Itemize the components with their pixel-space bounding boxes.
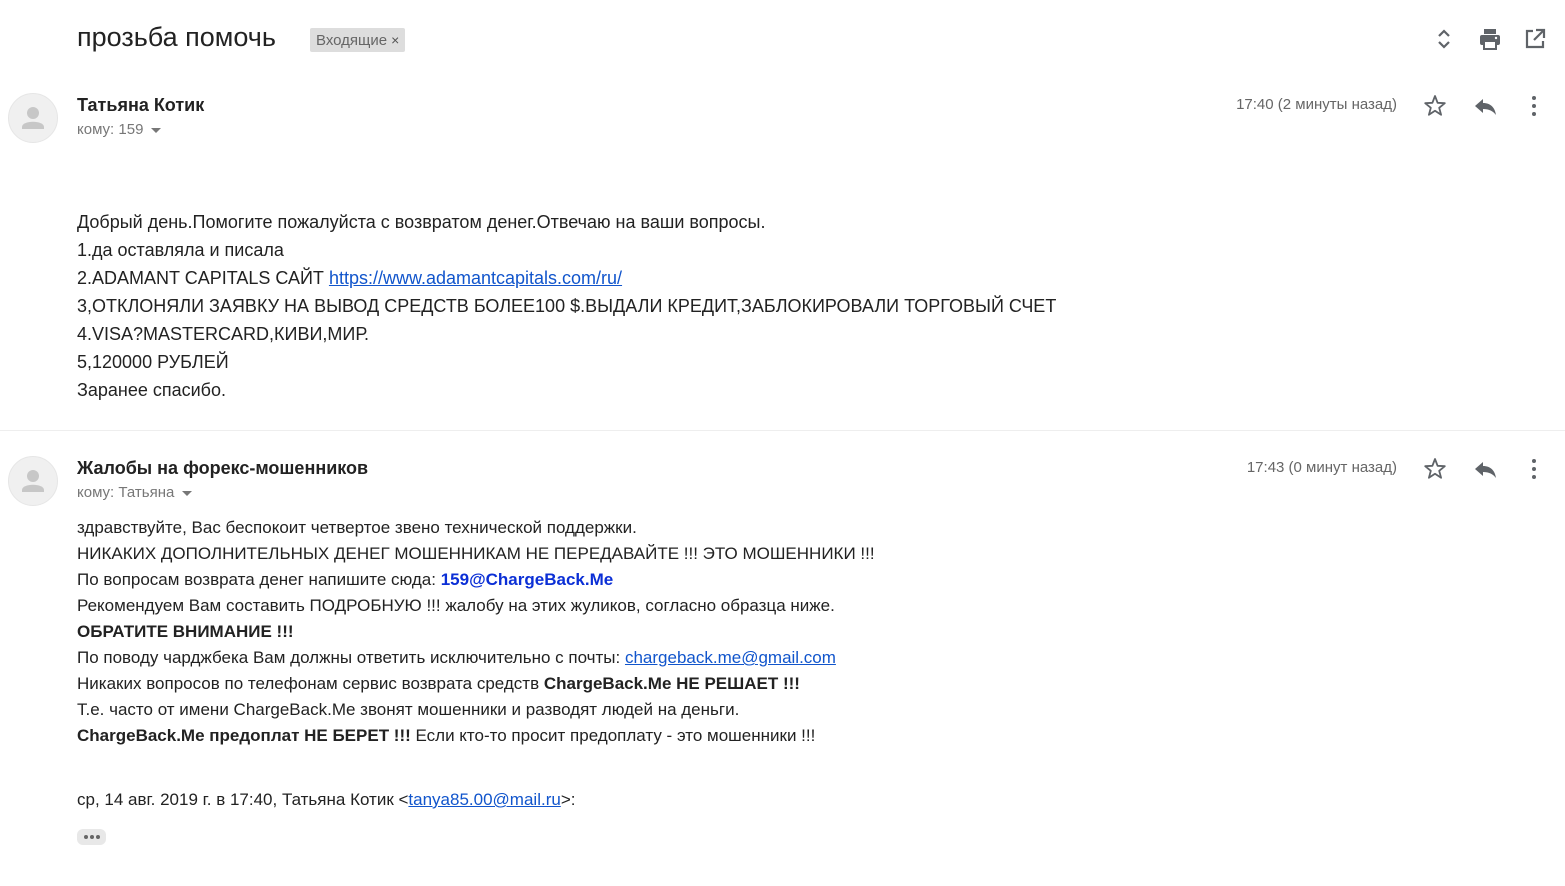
- quote-text: >:: [560, 790, 576, 809]
- label-chip-text: Входящие: [316, 32, 388, 49]
- body-line: Заранее спасибо.: [77, 380, 227, 400]
- expand-collapse-icon[interactable]: [1431, 26, 1457, 52]
- recipient-label: кому: 159: [77, 121, 144, 138]
- dot: [90, 835, 94, 839]
- message-time: 17:40 (2 минуты назад): [1236, 96, 1397, 113]
- message-divider: [0, 430, 1565, 431]
- body-line: Т.е. часто от имени ChargeBack.Me звонят…: [77, 700, 740, 719]
- dot: [96, 835, 100, 839]
- body-bold-text: ChargeBack.Me НЕ РЕШАЕТ !!!: [543, 674, 800, 693]
- body-text: По поводу чарджбека Вам должны ответить …: [77, 648, 625, 667]
- show-trimmed-content-button[interactable]: [77, 829, 106, 845]
- label-chip-inbox[interactable]: Входящие ×: [310, 28, 406, 52]
- sender-name[interactable]: Татьяна Котик: [77, 95, 204, 116]
- chargeback-email-link[interactable]: chargeback.me@gmail.com: [625, 648, 836, 667]
- body-bold-text: ChargeBack.Me предоплат НЕ БЕРЕТ !!!: [77, 726, 411, 745]
- support-email[interactable]: 159@ChargeBack.Me: [441, 570, 614, 589]
- print-icon[interactable]: [1477, 26, 1503, 52]
- body-line: По поводу чарджбека Вам должны ответить …: [77, 645, 875, 671]
- website-link[interactable]: https://www.adamantcapitals.com/ru/: [329, 268, 622, 288]
- avatar: [8, 93, 58, 143]
- body-line: Никаких вопросов по телефонам сервис воз…: [77, 671, 875, 697]
- star-icon[interactable]: [1422, 93, 1448, 119]
- body-line: ChargeBack.Me предоплат НЕ БЕРЕТ !!! Есл…: [77, 723, 875, 749]
- dot: [84, 835, 88, 839]
- quote-header: ср, 14 авг. 2019 г. в 17:40, Татьяна Кот…: [77, 787, 575, 813]
- body-text: Никаких вопросов по телефонам сервис воз…: [77, 674, 544, 693]
- body-line: ОБРАТИТЕ ВНИМАНИЕ !!!: [77, 622, 294, 641]
- body-line: По вопросам возврата денег напишите сюда…: [77, 567, 875, 593]
- more-options-icon[interactable]: [1521, 456, 1547, 482]
- open-new-window-icon[interactable]: [1522, 26, 1548, 52]
- reply-icon[interactable]: [1472, 93, 1498, 119]
- avatar: [8, 456, 58, 506]
- body-line: 2.ADAMANT CAPITALS САЙТ https://www.adam…: [77, 264, 1056, 292]
- body-text: 2.ADAMANT CAPITALS САЙТ: [77, 268, 329, 288]
- body-line: НИКАКИХ ДОПОЛНИТЕЛЬНЫХ ДЕНЕГ МОШЕННИКАМ …: [77, 544, 875, 563]
- thread-header: прозьба помочь Входящие ×: [0, 0, 1565, 84]
- message-body: Добрый день.Помогите пожалуйста с возвра…: [77, 208, 1056, 404]
- message-time: 17:43 (0 минут назад): [1246, 459, 1397, 476]
- body-line: 1.да оставляла и писала: [77, 240, 284, 260]
- body-text: Если кто-то просит предоплату - это моше…: [410, 726, 816, 745]
- thread-subject: прозьба помочь: [77, 22, 276, 52]
- recipient-details-toggle[interactable]: кому: 159: [77, 121, 162, 138]
- sender-name[interactable]: Жалобы на форекс-мошенников: [77, 458, 368, 479]
- recipient-details-toggle[interactable]: кому: Татьяна: [77, 484, 193, 501]
- message-body: здравствуйте, Вас беспокоит четвертое зв…: [77, 515, 875, 749]
- label-remove-button[interactable]: ×: [391, 32, 399, 48]
- body-line: 3,ОТКЛОНЯЛИ ЗАЯВКУ НА ВЫВОД СРЕДСТВ БОЛЕ…: [77, 296, 1057, 316]
- body-line: 4.VISA?MASTERCARD,КИВИ,МИР.: [77, 324, 369, 344]
- chevron-down-icon: [151, 127, 162, 133]
- body-line: 5,120000 РУБЛЕЙ: [77, 352, 229, 372]
- body-line: Рекомендуем Вам составить ПОДРОБНУЮ !!! …: [77, 596, 835, 615]
- body-line: здравствуйте, Вас беспокоит четвертое зв…: [77, 518, 637, 537]
- star-icon[interactable]: [1422, 456, 1448, 482]
- recipient-label: кому: Татьяна: [77, 484, 175, 501]
- more-options-icon[interactable]: [1521, 93, 1547, 119]
- body-text: По вопросам возврата денег напишите сюда…: [77, 570, 441, 589]
- reply-icon[interactable]: [1472, 456, 1498, 482]
- quote-text: ср, 14 авг. 2019 г. в 17:40, Татьяна Кот…: [77, 790, 409, 809]
- body-line: Добрый день.Помогите пожалуйста с возвра…: [77, 212, 766, 232]
- chevron-down-icon: [182, 490, 193, 496]
- quoted-sender-email-link[interactable]: tanya85.00@mail.ru: [408, 790, 560, 809]
